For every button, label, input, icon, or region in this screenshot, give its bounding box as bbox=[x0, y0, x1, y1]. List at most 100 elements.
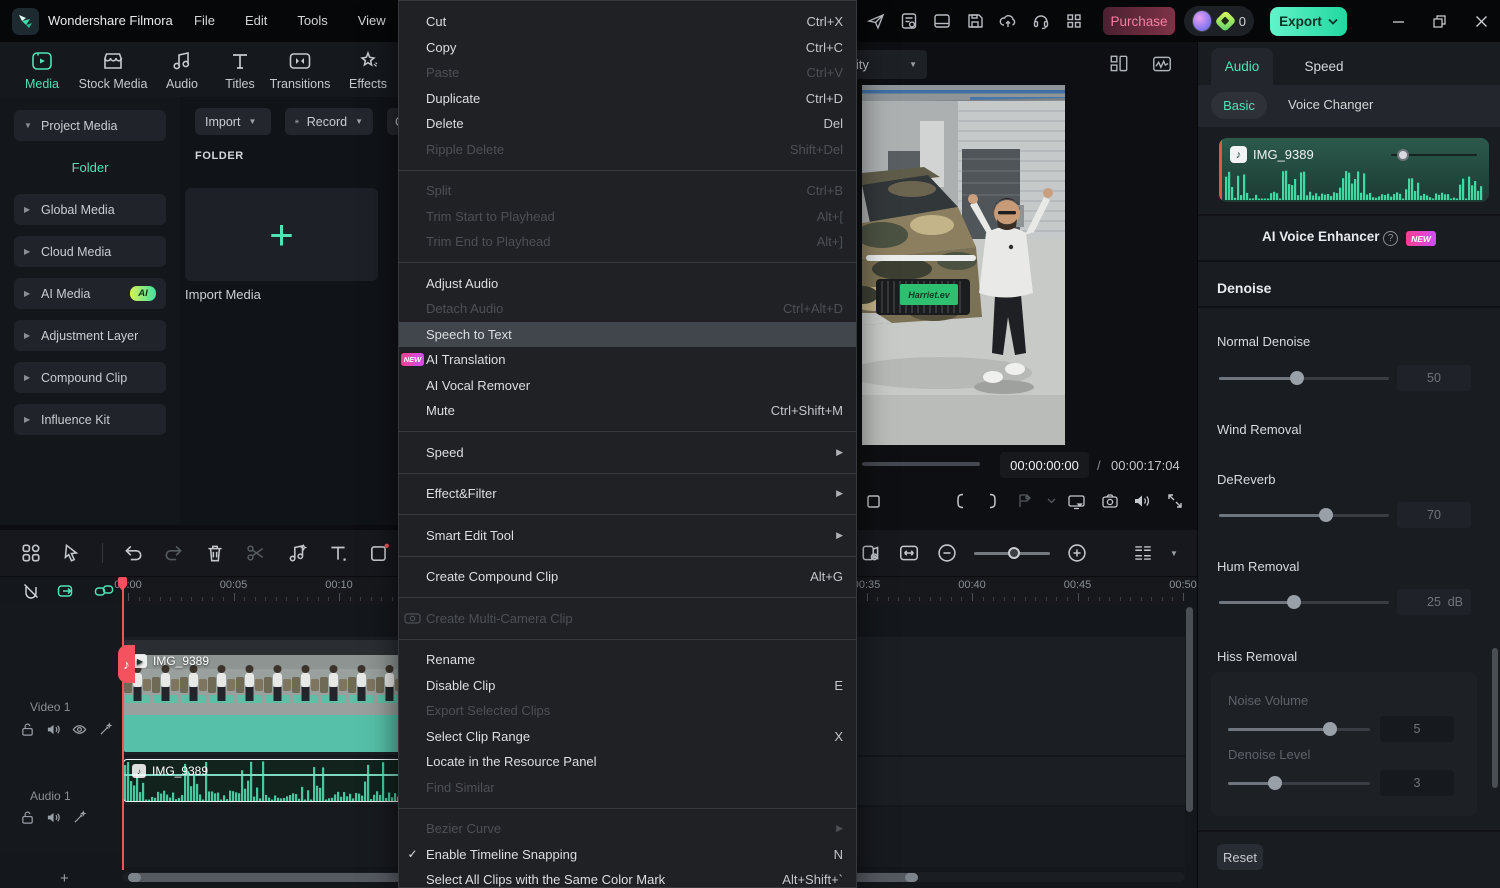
select-tool-icon[interactable] bbox=[61, 542, 83, 564]
restore-button[interactable] bbox=[1426, 8, 1452, 34]
seek-bar[interactable] bbox=[862, 462, 980, 466]
noise-volume-slider[interactable] bbox=[1228, 722, 1370, 736]
menu-item-adjust-audio[interactable]: Adjust Audio bbox=[399, 271, 856, 297]
import-dropdown[interactable]: Import ▼ bbox=[195, 108, 271, 135]
marker-icon[interactable] bbox=[1009, 488, 1042, 514]
close-button[interactable] bbox=[1468, 8, 1494, 34]
playhead-line[interactable] bbox=[122, 577, 124, 870]
cloud-upload-icon[interactable] bbox=[998, 11, 1018, 31]
record-dropdown[interactable]: Record ▼ bbox=[285, 108, 373, 135]
fullscreen-icon[interactable] bbox=[1158, 488, 1191, 514]
lock-icon[interactable] bbox=[20, 810, 35, 825]
media-grid-icon[interactable] bbox=[20, 542, 42, 564]
clip-marker-badge[interactable]: ♪ bbox=[118, 645, 135, 683]
volume-icon[interactable] bbox=[1126, 488, 1159, 514]
tab-audio[interactable]: Audio bbox=[1211, 48, 1273, 85]
subtab-basic[interactable]: Basic bbox=[1211, 92, 1267, 119]
user-avatar[interactable] bbox=[1192, 10, 1212, 32]
menu-item-speech-to-text[interactable]: Speech to Text bbox=[399, 322, 856, 348]
noise-volume-value[interactable]: 5 bbox=[1380, 716, 1454, 742]
hscroll-cap-right[interactable] bbox=[905, 873, 918, 882]
save-icon[interactable] bbox=[965, 11, 985, 31]
marker-chevron-icon[interactable] bbox=[1041, 488, 1060, 514]
menu-item-effect-filter[interactable]: Effect&Filter▶ bbox=[399, 481, 856, 507]
sidebar-item-folder[interactable]: Folder bbox=[0, 160, 180, 175]
zoom-out-icon[interactable] bbox=[936, 542, 958, 564]
menubar-edit[interactable]: Edit bbox=[237, 9, 275, 32]
layout-grid-icon[interactable] bbox=[1108, 53, 1130, 75]
audio-tools-icon[interactable] bbox=[286, 542, 308, 564]
denoise-level-value[interactable]: 3 bbox=[1380, 770, 1454, 796]
add-track-button[interactable]: + bbox=[60, 870, 69, 887]
menubar-tools[interactable]: Tools bbox=[289, 9, 335, 32]
current-timecode[interactable]: 00:00:00:00 bbox=[1000, 452, 1089, 478]
tab-transitions[interactable]: Transitions bbox=[262, 48, 338, 91]
stop-icon[interactable] bbox=[857, 488, 890, 514]
video-preview[interactable]: Harriet.ev bbox=[862, 85, 1065, 445]
menu-item-select-all-clips-with-the-same-color-mark[interactable]: Select All Clips with the Same Color Mar… bbox=[399, 867, 856, 888]
track-manager-icon[interactable] bbox=[1132, 542, 1154, 564]
send-plan-icon[interactable] bbox=[866, 11, 886, 31]
timeline-vertical-scrollbar[interactable] bbox=[1186, 607, 1193, 812]
magic-wand-icon[interactable] bbox=[72, 810, 87, 825]
tab-effects[interactable]: Effects bbox=[336, 48, 400, 91]
clip-volume-slider[interactable] bbox=[1391, 154, 1477, 156]
sidebar-item-compound-clip[interactable]: ▶Compound Clip bbox=[14, 362, 166, 393]
menu-item-select-clip-range[interactable]: Select Clip RangeX bbox=[399, 724, 856, 750]
redo-icon[interactable] bbox=[163, 542, 185, 564]
display-mode-icon[interactable] bbox=[1061, 488, 1094, 514]
minimize-button[interactable] bbox=[1385, 8, 1411, 34]
bottom-panel-icon[interactable] bbox=[932, 11, 952, 31]
preview-clip-icon[interactable] bbox=[860, 542, 882, 564]
reset-button[interactable]: Reset bbox=[1217, 844, 1263, 870]
menu-item-mute[interactable]: MuteCtrl+Shift+M bbox=[399, 398, 856, 424]
delete-icon[interactable] bbox=[204, 542, 226, 564]
tab-media[interactable]: Media bbox=[10, 48, 74, 91]
link-clips-icon[interactable] bbox=[57, 583, 77, 599]
hum-removal-value[interactable]: 25 dB bbox=[1397, 589, 1471, 615]
mute-track-icon[interactable] bbox=[46, 810, 61, 825]
normal-denoise-value[interactable]: 50 bbox=[1397, 365, 1471, 391]
scope-waveform-icon[interactable] bbox=[1151, 53, 1173, 75]
support-headset-icon[interactable] bbox=[1031, 11, 1051, 31]
menu-item-copy[interactable]: CopyCtrl+C bbox=[399, 35, 856, 61]
filmora-logo-icon[interactable] bbox=[12, 8, 39, 35]
mark-in-icon[interactable] bbox=[944, 488, 977, 514]
menu-item-cut[interactable]: CutCtrl+X bbox=[399, 9, 856, 35]
chain-link-icon[interactable] bbox=[94, 583, 114, 599]
purchase-button[interactable]: Purchase bbox=[1103, 7, 1175, 35]
hum-removal-slider[interactable] bbox=[1219, 595, 1389, 609]
dereverb-value[interactable]: 70 bbox=[1397, 502, 1471, 528]
hscroll-cap-left[interactable] bbox=[128, 873, 141, 882]
audio-clip-card[interactable]: ♪ IMG_9389 bbox=[1219, 138, 1489, 202]
menu-item-create-compound-clip[interactable]: Create Compound ClipAlt+G bbox=[399, 564, 856, 590]
undo-icon[interactable] bbox=[122, 542, 144, 564]
dereverb-slider[interactable] bbox=[1219, 508, 1389, 522]
apps-grid-icon[interactable] bbox=[1064, 11, 1084, 31]
sidebar-item-ai-media[interactable]: ▶AI MediaAI bbox=[14, 278, 166, 309]
lock-icon[interactable] bbox=[20, 722, 35, 737]
menu-item-rename[interactable]: Rename bbox=[399, 647, 856, 673]
menu-item-delete[interactable]: DeleteDel bbox=[399, 111, 856, 137]
sidebar-item-global-media[interactable]: ▶Global Media bbox=[14, 194, 166, 225]
menu-item-disable-clip[interactable]: Disable ClipE bbox=[399, 673, 856, 699]
panel-scrollbar[interactable] bbox=[1492, 648, 1498, 788]
normal-denoise-slider[interactable] bbox=[1219, 371, 1389, 385]
tab-audio[interactable]: Audio bbox=[150, 48, 214, 91]
subtab-voice-changer[interactable]: Voice Changer bbox=[1288, 97, 1373, 112]
import-media-card[interactable]: + bbox=[185, 188, 378, 281]
export-button[interactable]: Export bbox=[1270, 7, 1347, 36]
zoom-in-icon[interactable] bbox=[1066, 542, 1088, 564]
sidebar-item-influence-kit[interactable]: ▶Influence Kit bbox=[14, 404, 166, 435]
magic-wand-icon[interactable] bbox=[98, 722, 113, 737]
menu-item-locate-in-the-resource-panel[interactable]: Locate in the Resource Panel bbox=[399, 749, 856, 775]
track-manager-chevron-icon[interactable]: ▼ bbox=[1170, 549, 1178, 558]
mark-out-icon[interactable] bbox=[976, 488, 1009, 514]
sidebar-item-cloud-media[interactable]: ▶Cloud Media bbox=[14, 236, 166, 267]
menu-item-speed[interactable]: Speed▶ bbox=[399, 440, 856, 466]
slider-knob[interactable] bbox=[1397, 149, 1409, 161]
menu-item-ai-vocal-remover[interactable]: AI Vocal Remover bbox=[399, 373, 856, 399]
zoom-slider-knob[interactable] bbox=[1008, 547, 1020, 559]
split-scissors-icon[interactable] bbox=[245, 542, 267, 564]
project-list-icon[interactable] bbox=[899, 11, 919, 31]
